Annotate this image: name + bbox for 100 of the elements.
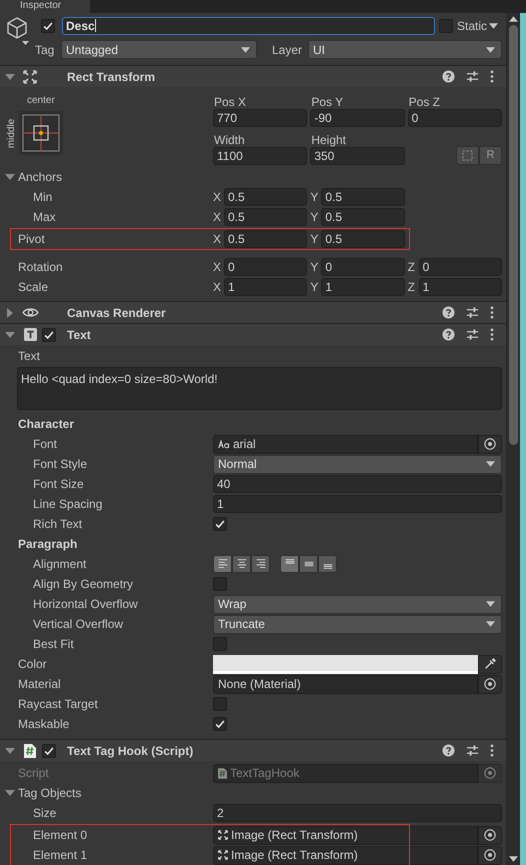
name-field[interactable]: Desc bbox=[62, 16, 435, 34]
scroll-up-icon[interactable] bbox=[508, 16, 518, 22]
inspector-tab[interactable]: Inspector bbox=[0, 0, 90, 13]
align-right-button[interactable] bbox=[251, 555, 270, 573]
eyedropper-button[interactable] bbox=[478, 654, 502, 674]
number-field[interactable]: 0.5 bbox=[224, 188, 308, 206]
object-field[interactable]: arial bbox=[213, 434, 478, 454]
object-field[interactable]: Image (Rect Transform) bbox=[213, 846, 478, 864]
number-field[interactable]: 1100 bbox=[213, 147, 308, 165]
number-field[interactable]: 1 bbox=[224, 278, 308, 296]
component-header[interactable]: Canvas Renderer bbox=[0, 301, 506, 323]
text-area[interactable]: Hello <quad index=0 size=80>World! bbox=[17, 367, 502, 410]
align-bottom-button[interactable] bbox=[318, 555, 337, 573]
sliders-icon[interactable] bbox=[466, 306, 479, 319]
component-header[interactable]: Text Tag Hook (Script) bbox=[0, 739, 506, 761]
color-swatch[interactable] bbox=[213, 654, 478, 674]
object-field[interactable]: Image (Rect Transform) bbox=[213, 826, 478, 844]
anchor-preset-button[interactable] bbox=[19, 111, 63, 155]
align-middle-button[interactable] bbox=[299, 555, 318, 573]
more-options-icon[interactable] bbox=[490, 70, 494, 83]
number-field[interactable]: 0.5 bbox=[224, 230, 308, 248]
foldout-arrow-icon[interactable] bbox=[5, 72, 15, 82]
foldout-arrow-icon[interactable] bbox=[5, 172, 15, 182]
object-field[interactable]: None (Material) bbox=[213, 674, 478, 694]
static-checkbox[interactable] bbox=[439, 18, 453, 32]
number-field[interactable]: 770 bbox=[213, 109, 308, 127]
number-field[interactable]: 0.5 bbox=[321, 188, 405, 206]
caret-icon bbox=[486, 601, 495, 607]
field-label: Width bbox=[213, 132, 246, 147]
target-icon bbox=[484, 849, 496, 861]
more-options-icon[interactable] bbox=[490, 306, 494, 319]
object-picker-button[interactable] bbox=[478, 846, 502, 864]
scrollbar-thumb[interactable] bbox=[508, 25, 518, 445]
caret-icon bbox=[486, 461, 495, 467]
component-header[interactable]: Text bbox=[0, 323, 506, 345]
tag-dropdown[interactable]: Untagged bbox=[61, 40, 257, 59]
sliders-icon[interactable] bbox=[466, 70, 479, 83]
help-icon[interactable] bbox=[442, 70, 455, 83]
field-label: Scale bbox=[17, 279, 50, 296]
active-checkbox[interactable] bbox=[41, 18, 55, 32]
enabled-checkbox[interactable] bbox=[42, 744, 56, 758]
number-field[interactable]: -90 bbox=[310, 109, 405, 127]
number-field[interactable]: 0.5 bbox=[321, 208, 405, 226]
number-field[interactable]: 1 bbox=[321, 278, 405, 296]
scrollbar[interactable] bbox=[506, 13, 520, 865]
sliders-icon[interactable] bbox=[466, 744, 479, 757]
object-picker-button[interactable] bbox=[478, 434, 502, 454]
foldout-label[interactable]: Tag Objects bbox=[18, 784, 82, 802]
align-center-button[interactable] bbox=[232, 555, 251, 573]
more-options-icon[interactable] bbox=[490, 744, 494, 757]
number-field[interactable]: 350 bbox=[310, 147, 405, 165]
number-field[interactable]: 0.5 bbox=[321, 230, 405, 248]
checkbox[interactable] bbox=[213, 717, 227, 731]
more-options-icon[interactable] bbox=[490, 328, 494, 341]
dropdown[interactable]: Normal bbox=[213, 454, 502, 474]
blueprint-mode-button[interactable] bbox=[456, 146, 479, 165]
layer-dropdown[interactable]: UI bbox=[308, 40, 502, 59]
number-field[interactable]: 40 bbox=[213, 475, 502, 493]
align-left-button[interactable] bbox=[213, 555, 232, 573]
dropdown[interactable]: Wrap bbox=[213, 594, 502, 614]
enabled-checkbox[interactable] bbox=[42, 328, 56, 342]
scroll-down-icon[interactable] bbox=[508, 856, 518, 862]
component-header[interactable]: Rect Transform bbox=[0, 65, 506, 87]
foldout-arrow-icon[interactable] bbox=[5, 788, 15, 798]
axis-label: X bbox=[213, 189, 222, 206]
help-icon[interactable] bbox=[442, 306, 455, 319]
number-field[interactable]: 1 bbox=[418, 278, 502, 296]
dropdown[interactable]: Truncate bbox=[213, 614, 502, 634]
field-label: Element 0 bbox=[32, 827, 88, 844]
checkbox[interactable] bbox=[213, 697, 227, 711]
number-field[interactable]: 0 bbox=[408, 109, 502, 127]
field-label: Pivot bbox=[17, 231, 46, 248]
number-field[interactable]: 0.5 bbox=[224, 208, 308, 226]
foldout-arrow-icon[interactable] bbox=[5, 330, 15, 340]
help-icon[interactable] bbox=[442, 328, 455, 341]
checkbox[interactable] bbox=[213, 577, 227, 591]
number-field[interactable]: 0 bbox=[418, 258, 502, 276]
checkbox[interactable] bbox=[213, 517, 227, 531]
checkbox[interactable] bbox=[213, 637, 227, 651]
foldout-arrow-icon[interactable] bbox=[5, 746, 15, 756]
number-field[interactable]: 0 bbox=[224, 258, 308, 276]
field-label: Pos X bbox=[213, 94, 248, 109]
component-title: Canvas Renderer bbox=[67, 304, 167, 322]
help-icon[interactable] bbox=[442, 744, 455, 757]
text-cursor bbox=[94, 19, 96, 32]
number-field[interactable]: 1 bbox=[213, 495, 502, 513]
object-picker-button[interactable] bbox=[478, 674, 502, 694]
caret-icon bbox=[489, 22, 498, 28]
number-field[interactable]: 0 bbox=[321, 258, 405, 276]
axis-label: Z bbox=[408, 259, 416, 276]
cube-icon[interactable] bbox=[5, 16, 29, 46]
eyedropper-icon bbox=[484, 658, 496, 670]
object-picker-button[interactable] bbox=[478, 826, 502, 844]
sliders-icon[interactable] bbox=[466, 328, 479, 341]
static-dropdown[interactable]: Static bbox=[457, 16, 498, 34]
number-field[interactable]: 2 bbox=[213, 804, 502, 822]
foldout-arrow-icon[interactable] bbox=[5, 308, 15, 318]
foldout-label[interactable]: Anchors bbox=[18, 168, 62, 186]
axis-label: Z bbox=[408, 279, 416, 296]
align-top-button[interactable] bbox=[280, 555, 299, 573]
